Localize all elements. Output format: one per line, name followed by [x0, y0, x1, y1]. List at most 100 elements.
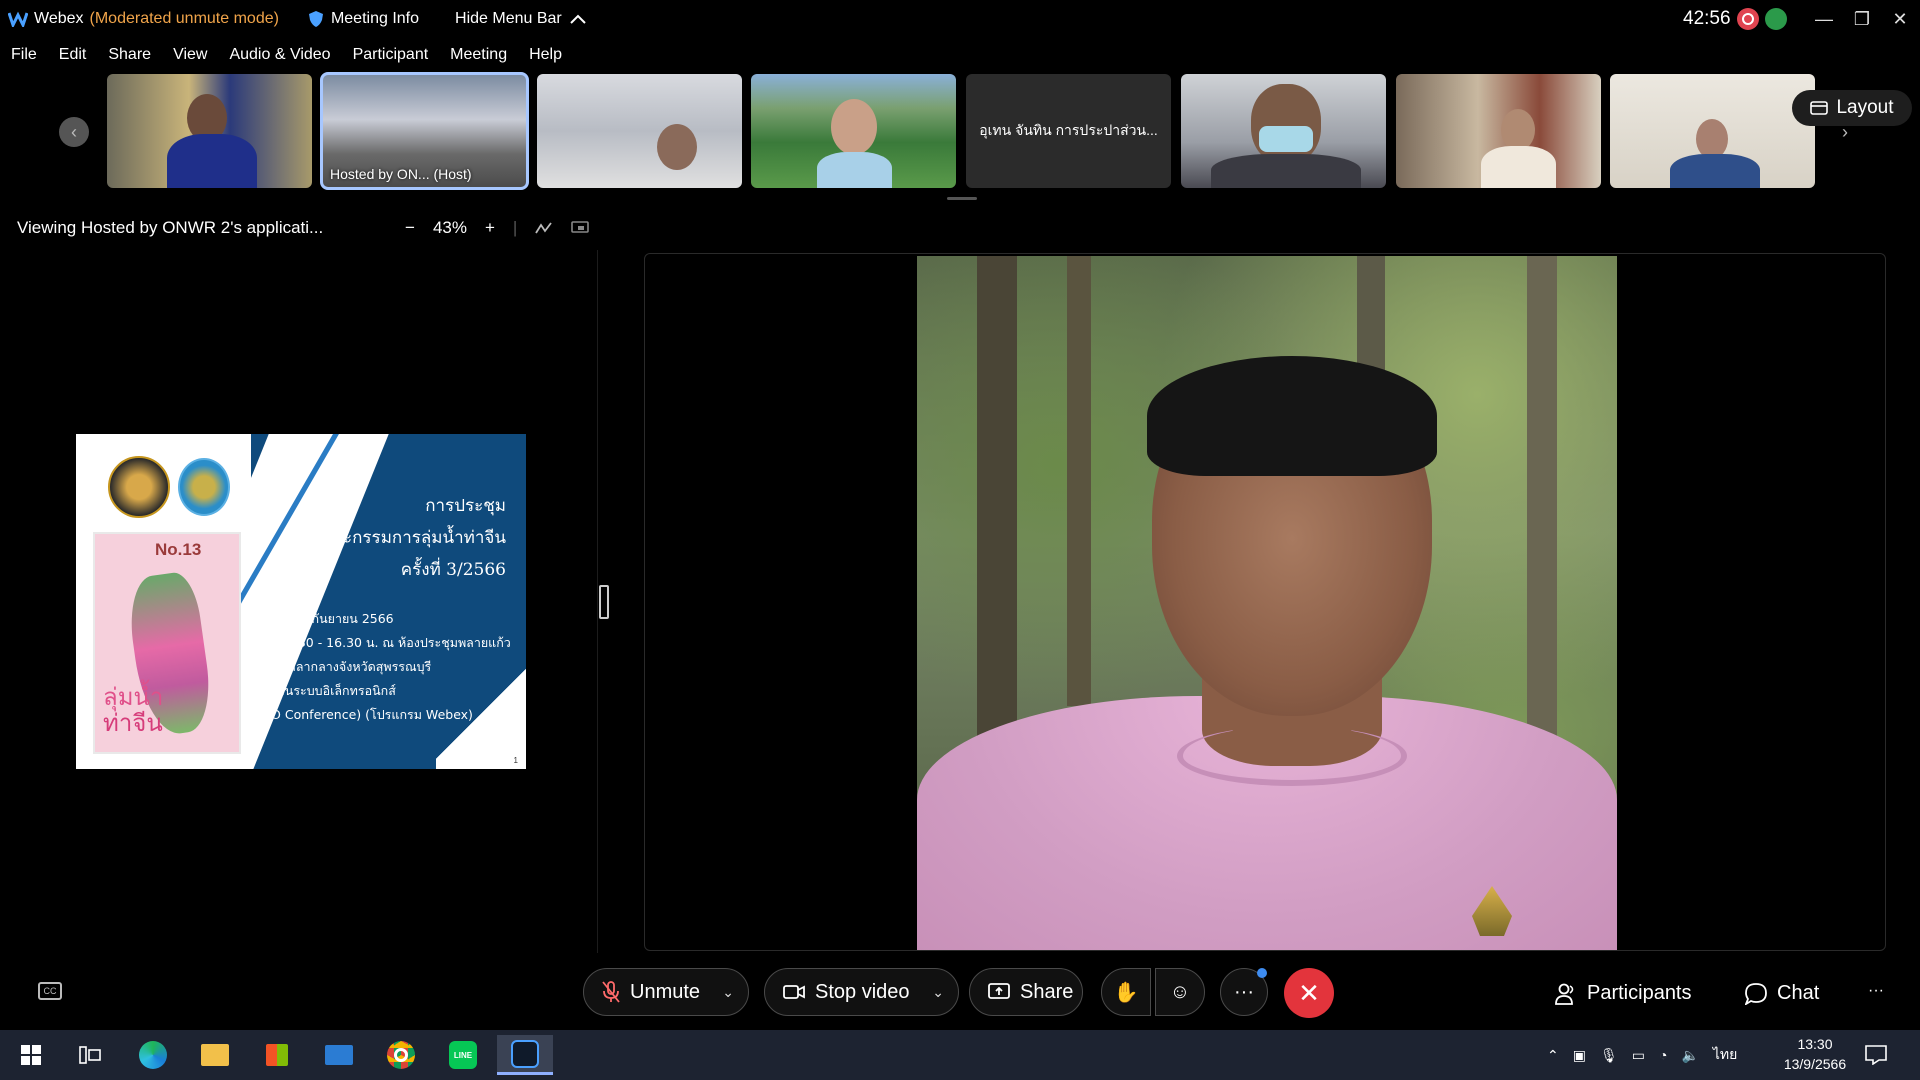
windows-logo-icon — [21, 1045, 41, 1065]
annotate-icon[interactable] — [535, 221, 553, 235]
taskbar-clock[interactable]: 13:30 13/9/2566 — [1775, 1034, 1855, 1074]
folder-icon — [201, 1044, 229, 1066]
start-button[interactable] — [3, 1035, 59, 1075]
shared-slide[interactable]: No.13 ลุ่มน้ำ ท่าจีน การประชุม คณะกรรมกา… — [76, 434, 526, 769]
recording-icon[interactable] — [1737, 8, 1759, 30]
chevron-down-icon[interactable]: ⌄ — [932, 984, 944, 1001]
language-indicator[interactable]: ไทย — [1713, 1044, 1737, 1066]
chrome-button[interactable] — [373, 1035, 429, 1075]
close-icon[interactable]: ✕ — [1882, 0, 1918, 38]
reactions-button[interactable]: ☺ — [1155, 968, 1205, 1016]
shield-icon — [308, 11, 323, 27]
participants-button[interactable]: Participants — [1555, 982, 1692, 1005]
line-app-button[interactable]: LINE — [435, 1035, 491, 1075]
title-bar: Webex (Moderated unmute mode) Meeting In… — [0, 0, 1920, 38]
battery-icon[interactable]: ▭ — [1632, 1047, 1645, 1064]
panel-options-button[interactable]: ··· — [1868, 982, 1884, 1000]
notification-icon — [1865, 1045, 1887, 1065]
host-thumb[interactable]: Hosted by ON... (Host) — [320, 72, 529, 190]
participant-face — [831, 99, 877, 155]
menu-file[interactable]: File — [11, 46, 37, 64]
leave-meeting-button[interactable]: ✕ — [1284, 968, 1334, 1018]
participant-face — [1501, 109, 1535, 151]
participant-thumb[interactable] — [1610, 74, 1815, 188]
wifi-icon[interactable]: ◔ — [1659, 1047, 1667, 1063]
volume-icon[interactable]: 🔈 — [1681, 1047, 1698, 1064]
menu-view[interactable]: View — [173, 46, 207, 64]
slide-line-5: (VDO Conference) (โปรแกรม Webex) — [248, 707, 473, 722]
system-tray: ⌃ ▣ 🎙 ▭ ◔ 🔈 ไทย — [1547, 1030, 1737, 1080]
chrome-icon — [387, 1041, 415, 1069]
fit-view-icon[interactable] — [571, 221, 590, 235]
tree-trunk — [1527, 256, 1557, 756]
smiley-icon: ☺ — [1169, 980, 1191, 1003]
chat-button[interactable]: Chat — [1745, 982, 1819, 1005]
notification-center-button[interactable] — [1865, 1030, 1887, 1080]
chevron-down-icon[interactable]: ⌄ — [722, 984, 734, 1001]
menu-help[interactable]: Help — [529, 46, 562, 64]
closed-caption-button[interactable]: CC — [38, 982, 62, 1000]
meeting-info-button[interactable]: Meeting Info — [308, 10, 419, 28]
participant-body — [1481, 146, 1556, 188]
zoom-in-button[interactable]: + — [485, 218, 495, 238]
strip-next-button[interactable]: › — [1830, 117, 1860, 147]
microphone-icon[interactable]: 🎙 — [1600, 1047, 1618, 1064]
zoom-out-button[interactable]: − — [405, 218, 415, 238]
menu-participant[interactable]: Participant — [353, 46, 429, 64]
meet-now-icon[interactable]: ▣ — [1573, 1047, 1586, 1064]
task-view-button[interactable] — [62, 1035, 118, 1075]
minimize-icon[interactable]: — — [1806, 0, 1842, 38]
participant-thumb[interactable] — [751, 74, 956, 188]
participant-thumb[interactable] — [1396, 74, 1601, 188]
hide-menu-bar-button[interactable]: Hide Menu Bar — [455, 10, 586, 28]
share-button[interactable]: Share — [969, 968, 1083, 1016]
panel-resize-handle[interactable] — [599, 585, 609, 619]
participant-thumb[interactable] — [1181, 74, 1386, 188]
raise-hand-button[interactable]: ✋ — [1101, 968, 1151, 1016]
app-title: Webex — [34, 10, 84, 27]
slide-title-2: คณะกรรมการลุ่มน้ำท่าจีน — [315, 528, 506, 548]
strip-prev-button[interactable]: ‹ — [59, 117, 89, 147]
unmute-button[interactable]: Unmute ⌄ — [583, 968, 749, 1016]
face-mask — [1259, 126, 1313, 152]
menu-meeting[interactable]: Meeting — [450, 46, 507, 64]
edge-icon — [139, 1041, 167, 1069]
store-button[interactable] — [249, 1035, 305, 1075]
mail-button[interactable] — [311, 1035, 367, 1075]
speaker-hair — [1147, 356, 1437, 476]
participants-label: Participants — [1587, 982, 1692, 1004]
share-screen-icon — [988, 983, 1010, 1001]
menu-audio-video[interactable]: Audio & Video — [229, 46, 330, 64]
strip-resize-grip[interactable] — [947, 197, 977, 200]
muted-microphone-icon — [602, 981, 620, 1003]
webex-icon — [511, 1039, 539, 1068]
file-explorer-button[interactable] — [187, 1035, 243, 1075]
edge-taskbar-button[interactable] — [125, 1035, 181, 1075]
participant-name-tile[interactable]: อุเทน จันทิน การประปาส่วน... — [966, 74, 1171, 188]
participant-name-label: อุเทน จันทิน การประปาส่วน... — [979, 122, 1158, 138]
clock-date: 13/9/2566 — [1783, 1056, 1847, 1072]
zoom-controls: − 43% + | — [405, 218, 590, 238]
viewing-label: Viewing Hosted by ONWR 2's applicati... — [17, 218, 324, 237]
stop-video-button[interactable]: Stop video ⌄ — [764, 968, 959, 1016]
webex-taskbar-button[interactable] — [497, 1035, 553, 1075]
slide-line-3: ชั้น 4 ศาลากลางจังหวัดสุพรรณบุรี — [248, 659, 432, 674]
host-thumb-label: Hosted by ON... (Host) — [330, 166, 472, 182]
participant-thumb[interactable] — [107, 74, 312, 188]
tree-trunk — [1067, 256, 1091, 706]
active-speaker-video[interactable] — [917, 256, 1617, 950]
slide-page-number: 1 — [513, 756, 518, 765]
tray-expand-icon[interactable]: ⌃ — [1547, 1047, 1559, 1064]
restore-icon[interactable]: ❐ — [1844, 0, 1880, 38]
participant-thumb[interactable] — [537, 74, 742, 188]
slide-line-4: และผ่านระบบอิเล็กทรอนิกส์ — [248, 683, 396, 698]
zoom-divider: | — [512, 218, 518, 237]
chat-label: Chat — [1777, 982, 1820, 1004]
clock-time: 13:30 — [1797, 1036, 1833, 1052]
network-stats-icon[interactable] — [1765, 8, 1787, 30]
participant-face — [1696, 119, 1728, 159]
speaker-collar — [1177, 726, 1407, 786]
menu-share[interactable]: Share — [108, 46, 151, 64]
menu-edit[interactable]: Edit — [59, 46, 87, 64]
participant-strip: ‹ Hosted by ON... (Host) อุเทน จันทิน กา… — [0, 72, 1920, 194]
